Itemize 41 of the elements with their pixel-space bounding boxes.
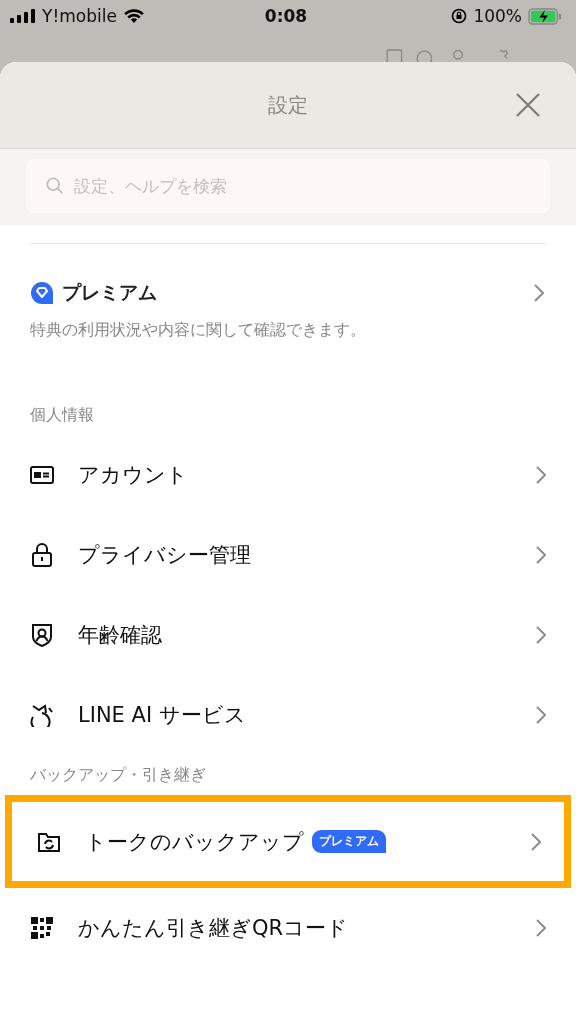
sheet-title: 設定 [268,91,308,119]
row-label: トークのバックアップ [85,828,304,856]
clock-time: 0:08 [264,6,308,26]
search-field[interactable]: 設定、ヘルプを検索 [26,159,550,213]
row-label: LINE AI サービス [78,702,246,729]
settings-row[interactable]: プライバシー管理 [0,515,576,595]
rotation-lock-icon [451,8,468,24]
chevron-right-icon [536,546,546,564]
shield-person-icon [30,623,54,647]
row-label: プライバシー管理 [78,542,251,569]
chevron-right-icon [531,832,541,851]
row-label: アカウント [78,462,188,489]
battery-percent: 100% [473,6,522,26]
signal-icon [10,9,36,23]
qr-code-icon [30,916,54,940]
carrier-name: Y!mobile [42,6,117,26]
chevron-right-icon [534,284,544,302]
row-label: かんたん引き継ぎQRコード [78,915,349,942]
section-header: バックアップ・引き継ぎ [29,764,207,786]
settings-row[interactable]: トークのバックアップ プレミアム [5,795,571,888]
premium-description: 特典の利用状況や内容に関して確認できます。 [30,320,367,341]
chevron-right-icon [536,706,546,724]
id-card-icon [30,463,54,487]
wifi-icon [122,8,145,24]
battery-icon [528,7,562,25]
premium-badge: プレミアム [312,830,386,853]
premium-logo-icon [30,281,54,305]
close-icon[interactable] [516,93,540,117]
section-header: 個人情報 [29,404,95,426]
row-label: 年齢確認 [78,622,162,649]
settings-row[interactable]: 年齢確認 [0,595,576,675]
settings-row[interactable]: アカウント [0,435,576,515]
chevron-right-icon [536,466,546,484]
search-icon [46,177,64,195]
lock-icon [30,543,54,567]
premium-row[interactable]: プレミアム 特典の利用状況や内容に関して確認できます。 [0,244,576,341]
chevron-right-icon [536,626,546,644]
chevron-right-icon [536,919,546,937]
settings-row[interactable]: LINE AI サービス [0,675,576,755]
settings-row[interactable]: かんたん引き継ぎQRコード [0,888,576,968]
premium-title: プレミアム [62,280,157,305]
